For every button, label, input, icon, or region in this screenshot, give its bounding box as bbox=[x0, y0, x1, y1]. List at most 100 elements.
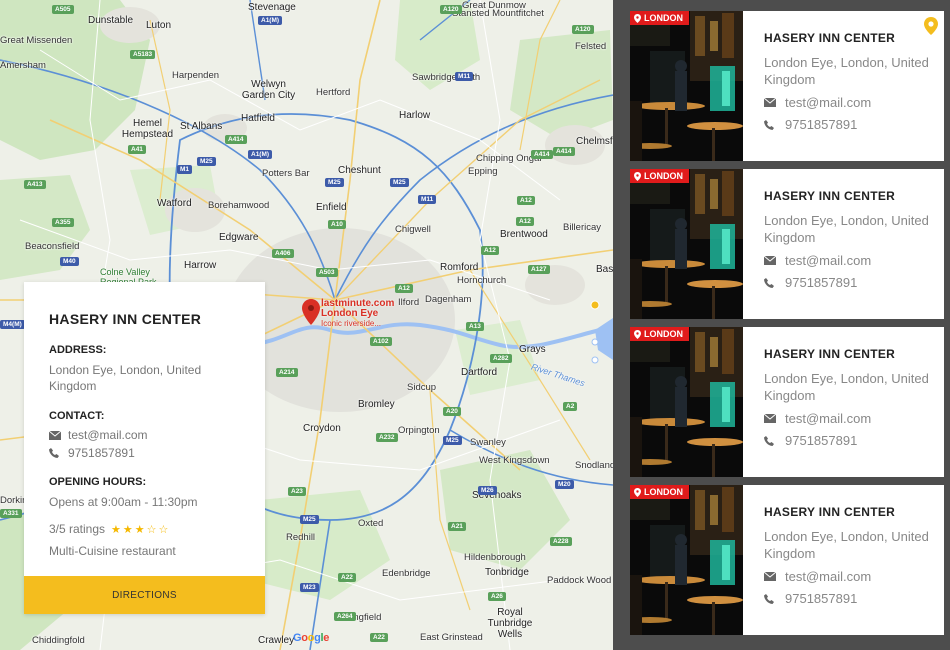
map-place-label: Orpington bbox=[398, 425, 440, 436]
road-shield: A264 bbox=[334, 612, 356, 621]
listing-photo[interactable] bbox=[630, 169, 743, 319]
location-tag: LONDON bbox=[630, 11, 689, 25]
map-place-label: Oxted bbox=[358, 518, 384, 529]
map-place-label: Enfield bbox=[316, 202, 347, 213]
road-shield: A26 bbox=[488, 592, 506, 601]
listing-phone[interactable]: 9751857891 bbox=[785, 591, 857, 606]
map-place-label: Chelmsford bbox=[576, 136, 613, 147]
map-place-label: Basildon bbox=[596, 264, 613, 275]
listing-name[interactable]: HASERY INN CENTER bbox=[764, 189, 934, 203]
listing-card[interactable]: LONDON HASERY INN CENTER London Eye, Lon… bbox=[630, 169, 944, 319]
listing-card[interactable]: LONDON HASERY INN CENTER London Eye, Lon… bbox=[630, 327, 944, 477]
map-pin-icon bbox=[634, 487, 641, 497]
road-shield: M25 bbox=[443, 436, 462, 445]
map-pin-icon bbox=[634, 329, 641, 339]
road-shield: A505 bbox=[52, 5, 74, 14]
pin-label-line2: London Eye bbox=[321, 308, 379, 319]
listing-phone-row[interactable]: 9751857891 bbox=[764, 433, 934, 448]
listing-phone[interactable]: 9751857891 bbox=[785, 117, 857, 132]
road-shield: A2 bbox=[563, 402, 578, 411]
map-place-label: Luton bbox=[146, 20, 172, 31]
pin-label[interactable]: lastminute.com London Eye Iconic riversi… bbox=[321, 299, 394, 329]
address-text: London Eye, London, United Kingdom bbox=[49, 363, 202, 393]
contact-phone[interactable]: 9751857891 bbox=[68, 446, 135, 460]
map-place-label: St Albans bbox=[180, 121, 223, 132]
road-shield: M25 bbox=[300, 515, 319, 524]
star-empty-icon: ☆ bbox=[146, 523, 157, 536]
location-tag-label: LONDON bbox=[644, 13, 683, 23]
map-place-label: Edenbridge bbox=[382, 568, 431, 579]
listing-panel[interactable]: LONDON HASERY INN CENTER London Eye, Lon… bbox=[613, 0, 950, 650]
listing-name[interactable]: HASERY INN CENTER bbox=[764, 347, 934, 361]
road-shield: A406 bbox=[272, 249, 294, 258]
road-shield: M25 bbox=[325, 178, 344, 187]
listing-email-row[interactable]: test@mail.com bbox=[764, 569, 934, 584]
map-place-label: Swanley bbox=[470, 437, 506, 448]
map-place-label: Billericay bbox=[563, 222, 602, 233]
map-place-label: Chiddingfold bbox=[32, 635, 85, 646]
map-place-label: Harrow bbox=[184, 260, 217, 271]
location-tag-label: LONDON bbox=[644, 329, 683, 339]
listing-card[interactable]: LONDON HASERY INN CENTER London Eye, Lon… bbox=[630, 11, 944, 161]
road-shield: M40 bbox=[60, 257, 79, 266]
listing-address: London Eye, London, United Kingdom bbox=[764, 529, 929, 561]
road-shield: A228 bbox=[550, 537, 572, 546]
map-place-label: Watford bbox=[157, 198, 192, 209]
road-shield: A414 bbox=[531, 150, 553, 159]
listing-email-row[interactable]: test@mail.com bbox=[764, 95, 934, 110]
map-place-label: Romford bbox=[440, 262, 479, 273]
road-shield: A12 bbox=[481, 246, 499, 255]
listing-photo[interactable] bbox=[630, 327, 743, 477]
hours-label: OPENING HOURS: bbox=[49, 476, 147, 488]
listing-email[interactable]: test@mail.com bbox=[785, 253, 871, 268]
road-shield: A1(M) bbox=[248, 150, 273, 159]
map-view[interactable]: Dunstable Luton Stevenage Stansted Mountfit… bbox=[0, 0, 613, 650]
map-place-label: Sidcup bbox=[407, 382, 437, 393]
road-shield: A12 bbox=[517, 196, 535, 205]
rating-stars: ★ ★ ★ ☆ ☆ bbox=[111, 523, 170, 536]
road-shield: A20 bbox=[443, 407, 461, 416]
listing-photo[interactable] bbox=[630, 11, 743, 161]
pin-label-line3: Iconic riverside... bbox=[321, 319, 382, 328]
listing-phone-row[interactable]: 9751857891 bbox=[764, 591, 934, 606]
listing-name[interactable]: HASERY INN CENTER bbox=[764, 505, 934, 519]
contact-phone-row[interactable]: 9751857891 bbox=[49, 446, 240, 460]
map-place-label: Grays bbox=[519, 344, 546, 355]
listing-name[interactable]: HASERY INN CENTER bbox=[764, 31, 934, 45]
map-marker-dot-icon bbox=[591, 338, 599, 364]
road-shield: M1 bbox=[177, 165, 193, 174]
listing-email-row[interactable]: test@mail.com bbox=[764, 411, 934, 426]
road-shield: A12 bbox=[395, 284, 413, 293]
listing-email[interactable]: test@mail.com bbox=[785, 569, 871, 584]
road-shield: A120 bbox=[572, 25, 594, 34]
envelope-icon bbox=[764, 256, 778, 265]
listing-photo[interactable] bbox=[630, 485, 743, 635]
map-place-label: Redhill bbox=[286, 532, 316, 543]
envelope-icon bbox=[764, 98, 778, 107]
listing-phone[interactable]: 9751857891 bbox=[785, 275, 857, 290]
map-place-label: Hertford bbox=[316, 87, 351, 98]
listing-phone-row[interactable]: 9751857891 bbox=[764, 275, 934, 290]
map-place-label: Dartford bbox=[461, 367, 498, 378]
phone-icon bbox=[764, 593, 778, 604]
map-place-label: Harpenden bbox=[172, 70, 220, 81]
category-text: Multi-Cuisine restaurant bbox=[49, 544, 176, 558]
road-shield: A413 bbox=[24, 180, 46, 189]
contact-email[interactable]: test@mail.com bbox=[68, 428, 148, 442]
contact-email-row[interactable]: test@mail.com bbox=[49, 428, 240, 442]
listing-card[interactable]: LONDON HASERY INN CENTER London Eye, Lon… bbox=[630, 485, 944, 635]
listing-email-row[interactable]: test@mail.com bbox=[764, 253, 934, 268]
location-tag: LONDON bbox=[630, 169, 689, 183]
listing-phone[interactable]: 9751857891 bbox=[785, 433, 857, 448]
directions-button[interactable]: DIRECTIONS bbox=[24, 576, 265, 614]
road-shield: M25 bbox=[390, 178, 409, 187]
road-shield: A232 bbox=[376, 433, 398, 442]
map-place-label: Beaconsfield bbox=[25, 241, 80, 252]
map-place-label: Croydon bbox=[303, 423, 341, 434]
map-place-label: Borehamwood bbox=[208, 200, 270, 211]
location-pin-icon[interactable] bbox=[302, 299, 320, 325]
listing-email[interactable]: test@mail.com bbox=[785, 95, 871, 110]
listing-email[interactable]: test@mail.com bbox=[785, 411, 871, 426]
map-pin-icon bbox=[634, 13, 641, 23]
listing-phone-row[interactable]: 9751857891 bbox=[764, 117, 934, 132]
